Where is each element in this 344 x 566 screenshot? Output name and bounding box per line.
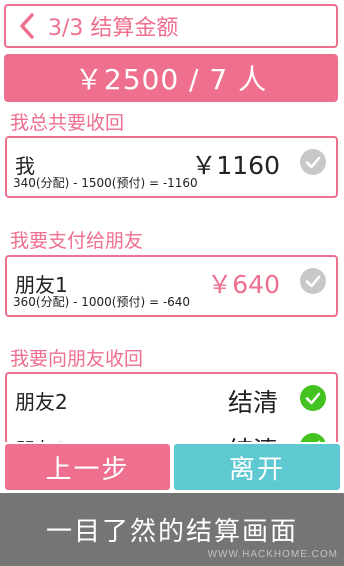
card-amount: ￥1160 <box>191 151 280 180</box>
section-title-collect-from-friends: 我要向朋友收回 <box>10 348 144 370</box>
settled-status: 结清 <box>227 388 278 417</box>
header-bar: 3/3 结算金额 <box>4 4 338 48</box>
caption-text: 一目了然的结算画面 <box>45 517 298 547</box>
green-check-icon[interactable] <box>300 433 326 442</box>
previous-step-button[interactable]: 上一步 <box>5 444 170 490</box>
page-title: 3/3 结算金额 <box>48 16 179 41</box>
list-item[interactable]: 朋友3 结清 <box>7 424 336 442</box>
watermark-text: WWW.HACKHOME.COM <box>207 549 338 560</box>
chevron-left-icon[interactable] <box>12 6 42 46</box>
card-formula: 340(分配) - 1500(预付) = -1160 <box>13 176 198 190</box>
friend-name: 朋友3 <box>15 434 68 442</box>
section-title-collect-total: 我总共要收回 <box>10 112 125 134</box>
my-total-card[interactable]: 我 ￥1160 340(分配) - 1500(预付) = -1160 <box>5 136 338 198</box>
grey-check-icon[interactable] <box>300 268 326 294</box>
section-title-pay-friend: 我要支付给朋友 <box>10 230 144 252</box>
total-amount-banner: ￥2500 / 7 人 <box>4 54 338 102</box>
friend-name: 朋友2 <box>15 390 68 414</box>
settled-status: 结清 <box>228 431 278 442</box>
card-formula: 360(分配) - 1000(预付) = -640 <box>13 295 191 309</box>
green-check-icon[interactable] <box>300 385 326 411</box>
list-item[interactable]: 朋友2 结清 <box>7 376 336 420</box>
card-amount: ￥640 <box>207 270 280 299</box>
caption-band: 一目了然的结算画面 WWW.HACKHOME.COM <box>0 493 344 566</box>
grey-check-icon[interactable] <box>300 149 326 175</box>
pay-friend-card[interactable]: 朋友1 ￥640 360(分配) - 1000(预付) = -640 <box>5 255 338 317</box>
leave-button[interactable]: 离开 <box>174 444 340 490</box>
collect-list: 朋友2 结清 朋友3 结清 <box>5 372 338 442</box>
